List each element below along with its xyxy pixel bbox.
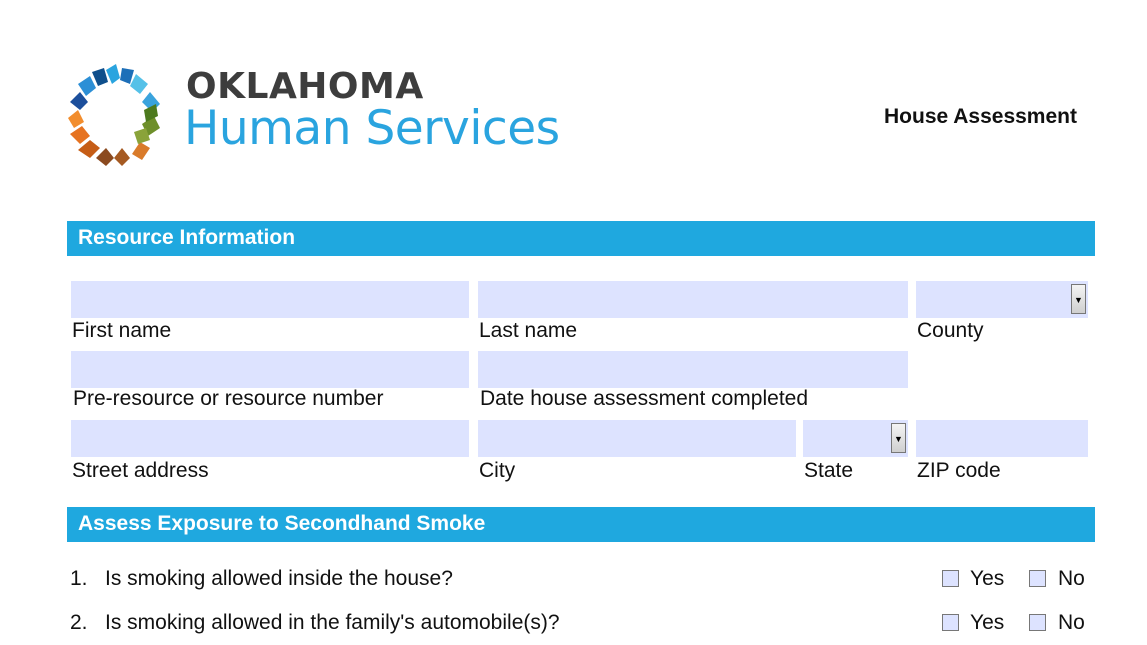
no-label: No: [1058, 611, 1085, 634]
section-header-resource-information: Resource Information: [67, 221, 1095, 256]
question-number: 1.: [70, 567, 88, 590]
first-name-field[interactable]: [71, 281, 469, 318]
city-field[interactable]: [478, 420, 796, 457]
no-checkbox[interactable]: [1029, 614, 1046, 631]
zip-code-label: ZIP code: [917, 459, 1001, 482]
document-title: House Assessment: [884, 105, 1077, 128]
last-name-field[interactable]: [478, 281, 908, 318]
state-label: State: [804, 459, 854, 482]
section-title: Resource Information: [78, 226, 296, 249]
question-text: Is smoking allowed in the family's autom…: [105, 611, 560, 634]
first-name-label: First name: [72, 319, 172, 342]
question-number: 2.: [70, 611, 88, 634]
zip-code-field[interactable]: [916, 420, 1088, 457]
street-address-label: Street address: [72, 459, 209, 482]
brand-name: Human Services: [184, 101, 560, 156]
county-label: County: [917, 319, 984, 342]
dropdown-arrow-icon[interactable]: ▼: [1071, 284, 1086, 314]
section-title: Assess Exposure to Secondhand Smoke: [78, 512, 486, 535]
resource-number-field[interactable]: [71, 351, 469, 388]
date-completed-field[interactable]: [478, 351, 908, 388]
yes-checkbox[interactable]: [942, 570, 959, 587]
no-label: No: [1058, 567, 1085, 590]
state-dropdown[interactable]: ▼: [803, 420, 908, 457]
county-dropdown[interactable]: ▼: [916, 281, 1088, 318]
yes-label: Yes: [970, 567, 1005, 590]
resource-number-label: Pre-resource or resource number: [73, 387, 384, 410]
yes-checkbox[interactable]: [942, 614, 959, 631]
yes-label: Yes: [970, 611, 1005, 634]
question-text: Is smoking allowed inside the house?: [105, 567, 453, 590]
date-completed-label: Date house assessment completed: [480, 387, 809, 410]
street-address-field[interactable]: [71, 420, 469, 457]
city-label: City: [479, 459, 516, 482]
dropdown-arrow-icon[interactable]: ▼: [891, 423, 906, 453]
section-header-secondhand-smoke: Assess Exposure to Secondhand Smoke: [67, 507, 1095, 542]
no-checkbox[interactable]: [1029, 570, 1046, 587]
last-name-label: Last name: [479, 319, 578, 342]
oklahoma-human-services-logo: [68, 64, 160, 166]
